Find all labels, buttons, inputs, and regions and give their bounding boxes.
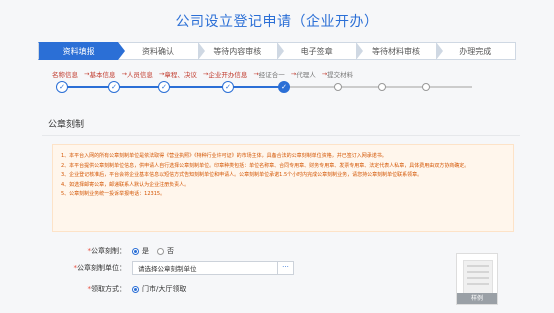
step-fill[interactable]: 资料填报 bbox=[38, 42, 126, 60]
substep-personnel[interactable]: 人员信息 bbox=[127, 69, 153, 79]
notice-line: 5、公章刻制业务统一投诉举报电话：12315。 bbox=[61, 191, 166, 197]
page-title: 公司设立登记申请（企业开办） bbox=[175, 14, 379, 30]
step-material-review[interactable]: 等待材料审核 bbox=[356, 42, 443, 60]
document-icon bbox=[463, 260, 493, 294]
sample-label: 样例 bbox=[457, 293, 497, 304]
page: 公司设立登记申请（企业开办） 资料填报 资料确认 等待内容审核 电子签章 等待材… bbox=[0, 0, 554, 313]
sub-steps: 名称信息 → 基本信息 → 人员信息 → 章程、决议 → 企业开办信息 → 经证合一 → 代… bbox=[52, 68, 472, 100]
section-title: 公章刻制 bbox=[48, 120, 85, 130]
step-complete[interactable]: 办理完成 bbox=[435, 42, 516, 60]
substep-submit: 提交材料 bbox=[327, 71, 354, 79]
pickup-store-radio[interactable]: 门市/大厅领取 bbox=[132, 284, 186, 294]
substep-agent: 代理人 bbox=[296, 71, 316, 79]
current-step-icon: ✓ bbox=[278, 81, 290, 93]
seal-label: 公章刻制： bbox=[91, 247, 126, 255]
progress-steps: 资料填报 资料确认 等待内容审核 电子签章 等待材料审核 办理完成 bbox=[38, 42, 516, 60]
unit-row: *公章刻制单位： 请选择公章刻制单位 ··· bbox=[52, 261, 294, 275]
check-icon: ✓ bbox=[56, 81, 68, 93]
check-icon: ✓ bbox=[108, 81, 120, 93]
step-content-review[interactable]: 等待内容审核 bbox=[197, 42, 285, 60]
notice-line: 2、本平台提供公章刻制单位信息，供申请人自行选择公章刻制单位。印章种类包括：单位… bbox=[61, 162, 470, 169]
divider bbox=[42, 135, 520, 136]
unit-select[interactable]: 请选择公章刻制单位 ··· bbox=[132, 261, 294, 275]
seal-no-radio[interactable]: 否 bbox=[157, 246, 174, 256]
pending-step-icon bbox=[422, 83, 430, 91]
seal-yes-radio[interactable]: 是 bbox=[132, 246, 149, 256]
pending-step-icon bbox=[378, 83, 386, 91]
substep-basic[interactable]: 基本信息 bbox=[89, 69, 115, 79]
pickup-row: *领取方式： 门市/大厅领取 bbox=[87, 284, 187, 294]
step-esign[interactable]: 电子签章 bbox=[276, 42, 364, 60]
notice-line: 3、企业登记核准后，平台会将企业基本信息以短信方式告知刻制单位和申请人。公章刻制… bbox=[61, 172, 423, 178]
substep-track bbox=[60, 86, 472, 88]
substep-multicert: 经证合一 bbox=[258, 71, 285, 79]
notice-line: 1、本平台入网的所有公章刻制单位是依法取得《营业执照》《特种行业许可证》的市场主… bbox=[61, 153, 387, 159]
check-icon: ✓ bbox=[222, 81, 234, 93]
check-icon: ✓ bbox=[158, 81, 170, 93]
notice-box: 1、本平台入网的所有公章刻制单位是依法取得《营业执照》《特种行业许可证》的市场主… bbox=[52, 144, 514, 232]
sample-thumbnail[interactable]: 样例 bbox=[456, 253, 498, 305]
more-icon[interactable]: ··· bbox=[277, 262, 293, 274]
notice-line: 4、如选择邮寄公章，邮递联系人默认为企业注册负责人。 bbox=[61, 181, 190, 188]
unit-label: 公章刻制单位： bbox=[77, 264, 126, 272]
seal-row: *公章刻制： 是 否 bbox=[87, 246, 175, 256]
substep-name[interactable]: 名称信息 bbox=[52, 69, 78, 79]
substep-charter[interactable]: 章程、决议 bbox=[164, 69, 197, 79]
substep-opening[interactable]: 企业开办信息 bbox=[208, 69, 247, 79]
pickup-label: 领取方式： bbox=[91, 285, 126, 293]
pending-step-icon bbox=[334, 83, 342, 91]
step-confirm[interactable]: 资料确认 bbox=[118, 42, 206, 60]
